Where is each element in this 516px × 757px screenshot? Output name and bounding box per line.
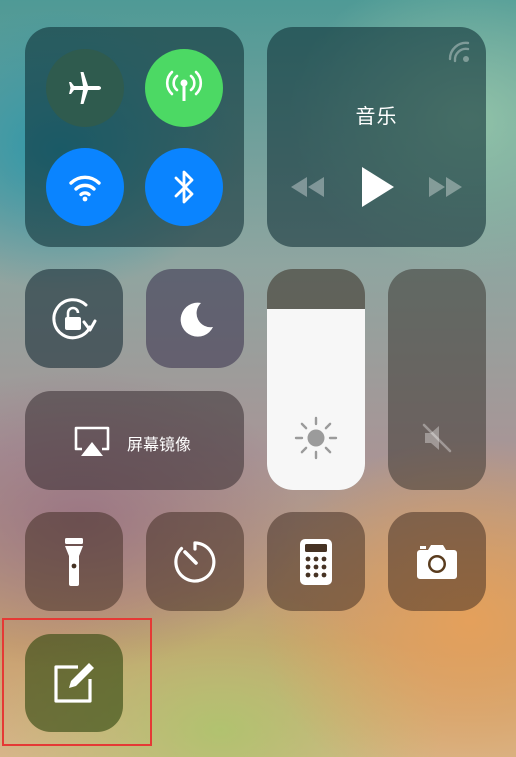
orientation-lock-button[interactable] [25,269,123,368]
timer-icon [174,540,216,583]
moon-icon [180,302,213,337]
note-compose-icon [54,663,94,703]
rewind-icon[interactable] [287,175,327,199]
camera-button[interactable] [388,512,486,611]
cellular-data-button[interactable] [145,49,223,127]
connectivity-panel [25,27,244,247]
speaker-muted-icon [422,423,452,453]
antenna-icon [165,70,203,101]
airplane-mode-button[interactable] [46,49,124,127]
screen-mirroring-icon [74,426,110,456]
music-panel[interactable]: 音乐 [267,27,486,247]
brightness-slider[interactable] [267,269,365,490]
calculator-button[interactable] [267,512,365,611]
screen-mirroring-button[interactable]: 屏幕镜像 [25,391,244,490]
wifi-icon [69,175,101,202]
bluetooth-button[interactable] [145,148,223,226]
screen-mirroring-label: 屏幕镜像 [127,435,192,454]
fast-forward-icon[interactable] [426,175,466,199]
flashlight-icon [65,537,83,586]
bluetooth-icon [174,170,194,204]
do-not-disturb-button[interactable] [146,269,244,368]
calculator-icon [300,538,332,585]
flashlight-button[interactable] [25,512,123,611]
airplay-audio-icon[interactable] [446,39,472,65]
airplane-icon [69,72,101,104]
wifi-button[interactable] [46,148,124,226]
volume-slider[interactable] [388,269,486,490]
play-icon[interactable] [358,165,398,209]
music-title: 音乐 [355,104,398,128]
sun-icon [294,416,338,460]
orientation-lock-icon [52,297,97,339]
notes-button[interactable] [25,634,123,732]
timer-button[interactable] [146,512,244,611]
camera-icon [417,544,457,579]
